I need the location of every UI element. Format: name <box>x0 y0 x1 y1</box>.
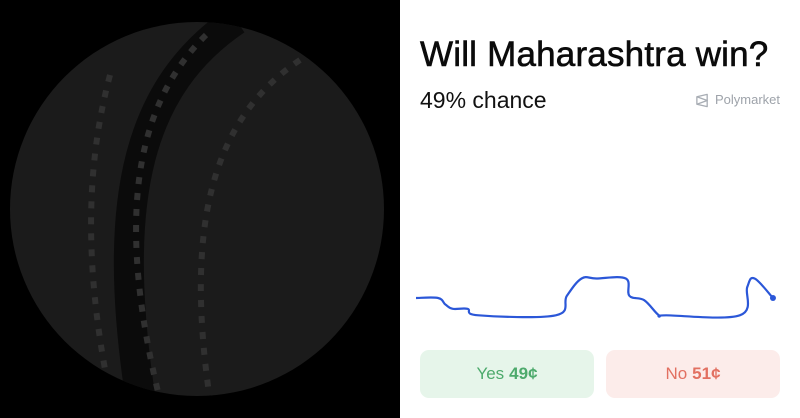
brand-name: Polymarket <box>714 92 780 107</box>
yes-label: Yes <box>476 364 505 383</box>
price-line-chart <box>416 276 776 319</box>
cricket-ball-icon <box>10 22 384 396</box>
polymarket-logo-icon <box>696 93 708 107</box>
price-series-line <box>416 276 774 319</box>
price-history-chart <box>416 262 784 332</box>
cricket-image-panel <box>0 0 400 418</box>
market-card: Will Maharashtra win? 49% chance Polymar… <box>400 0 800 418</box>
buy-yes-button[interactable]: Yes 49¢ <box>420 350 594 398</box>
yes-price: 49¢ <box>509 364 538 383</box>
buy-no-button[interactable]: No 51¢ <box>606 350 780 398</box>
brand[interactable]: Polymarket <box>695 91 780 109</box>
chance-label: 49% chance <box>420 87 547 113</box>
no-price: 51¢ <box>692 364 721 383</box>
current-price-point <box>769 295 776 301</box>
market-question: Will Maharashtra win? <box>420 35 769 75</box>
no-label: No <box>665 364 688 383</box>
